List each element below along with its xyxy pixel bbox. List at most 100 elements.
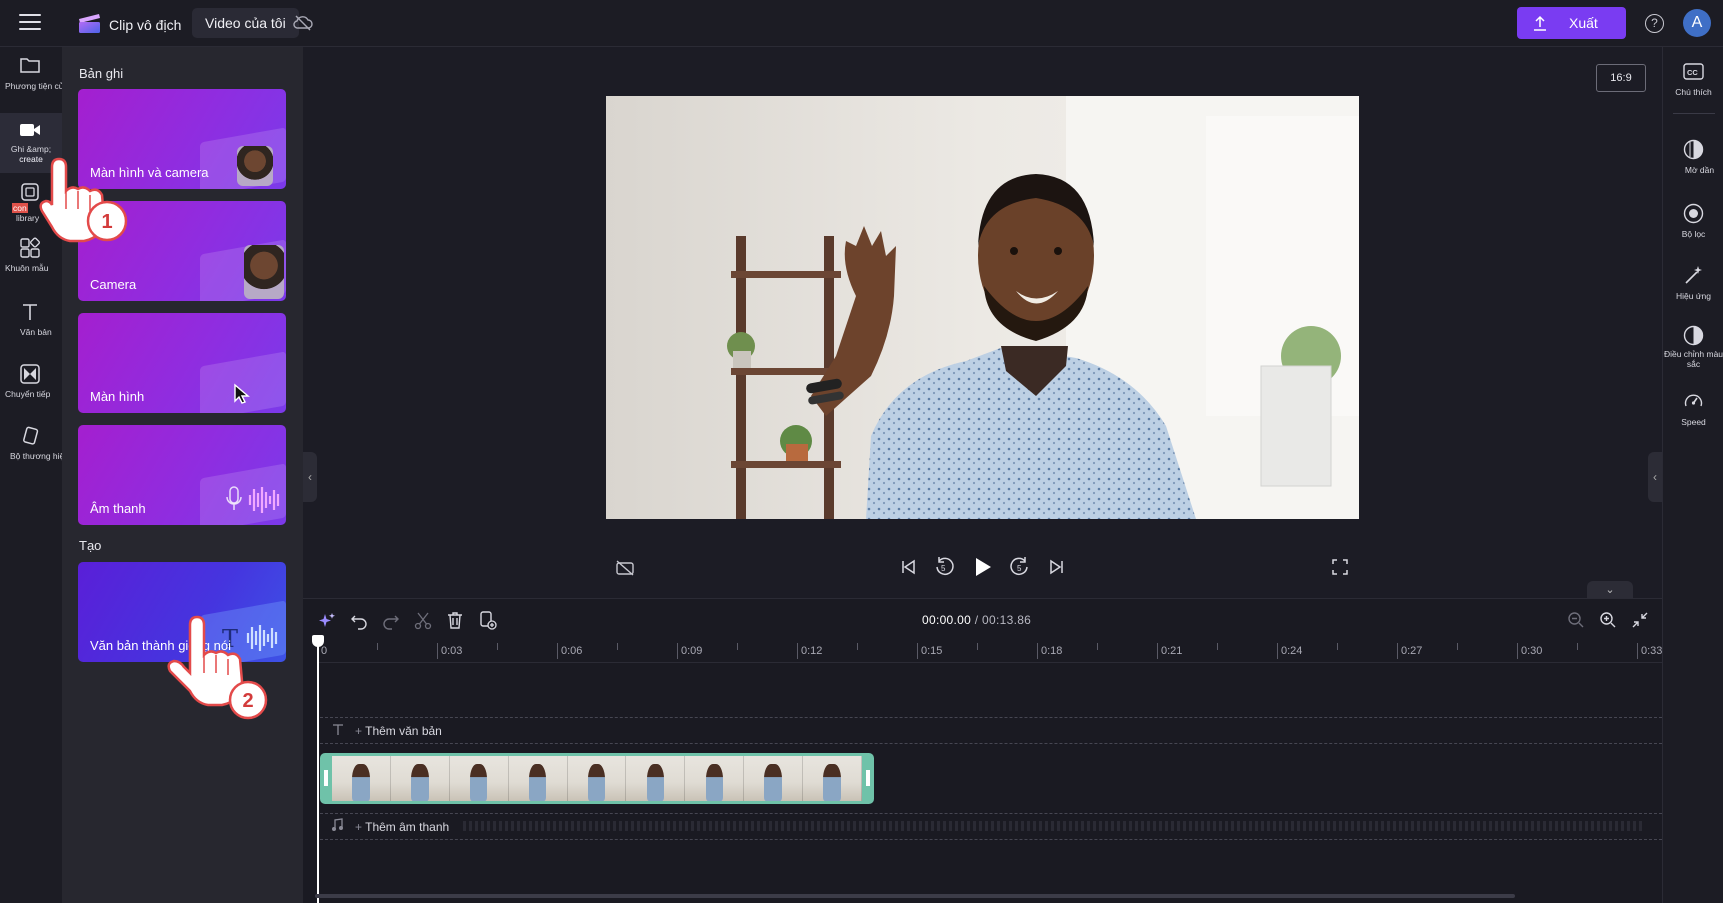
record-create-panel: Bản ghi Màn hình và camera Camera Màn hì… xyxy=(62,47,303,903)
plus-icon: + xyxy=(355,820,366,834)
ruler-minor-tick xyxy=(1097,643,1098,650)
collapse-timeline-button[interactable]: ⌄ xyxy=(1587,581,1633,599)
sidebar-item-your-media[interactable]: Phương tiện của bạn xyxy=(0,47,85,107)
effects-icon xyxy=(1685,266,1702,284)
add-audio-label: Thêm âm thanh xyxy=(365,820,450,834)
ruler-tick: 0:33 xyxy=(1637,643,1662,659)
timeline-ruler[interactable]: 0 0:03 0:06 0:09 0:12 0:15 0:18 0:21 0:2… xyxy=(317,639,1662,663)
clip-frame xyxy=(390,756,450,801)
fit-timeline-icon[interactable] xyxy=(1631,611,1649,629)
clip-frame xyxy=(449,756,509,801)
video-preview[interactable] xyxy=(606,96,1359,519)
add-media-icon[interactable] xyxy=(478,611,497,630)
clip-trim-handle-left[interactable] xyxy=(324,770,328,786)
clip-thumbnails xyxy=(332,756,863,801)
collapse-panel-button[interactable]: ‹ xyxy=(303,452,317,502)
add-audio-track[interactable]: + Thêm âm thanh xyxy=(355,820,449,834)
sidebar-item-color-adjust[interactable]: Điều chỉnh màu sắc xyxy=(1663,321,1723,381)
skip-forward-icon[interactable] xyxy=(1048,558,1066,576)
avatar[interactable]: A xyxy=(1683,9,1711,37)
menu-icon[interactable] xyxy=(19,14,41,32)
zoom-in-icon[interactable] xyxy=(1599,611,1617,629)
cut-icon[interactable] xyxy=(414,612,432,630)
sidebar-item-label: Mờ dần xyxy=(1684,165,1715,175)
app-logo-icon xyxy=(79,14,100,33)
card-label: Màn hình xyxy=(90,389,145,404)
delete-icon[interactable] xyxy=(446,611,464,630)
forward-5-icon[interactable]: 5 xyxy=(1009,556,1031,578)
card-screen[interactable]: Màn hình xyxy=(78,313,286,413)
zoom-out-icon[interactable] xyxy=(1567,611,1585,629)
clip-frame xyxy=(332,756,391,801)
clip-frame xyxy=(744,756,804,801)
export-button[interactable]: Xuất xyxy=(1517,7,1626,39)
section-heading-record: Bản ghi xyxy=(79,66,124,81)
track-divider xyxy=(320,743,1662,744)
clip-frame xyxy=(508,756,568,801)
sidebar-item-label-line2: create xyxy=(19,154,43,164)
sidebar-item-effects[interactable]: Hiệu ứng xyxy=(1663,261,1723,321)
content-library-icon xyxy=(21,183,39,201)
clip-frame xyxy=(803,756,863,801)
filters-icon xyxy=(1683,203,1704,224)
color-adjust-icon xyxy=(1683,325,1704,346)
top-bar: Clip vô địch Video của tôi Xuất ? A xyxy=(0,0,1723,47)
ruler-minor-tick xyxy=(1217,643,1218,650)
text-track-icon xyxy=(333,724,343,735)
captions-icon: CC xyxy=(1683,63,1704,80)
cloud-off-icon[interactable] xyxy=(293,14,313,32)
playhead[interactable] xyxy=(312,635,324,903)
ruler-tick: 0:06 xyxy=(557,643,582,659)
sidebar-divider xyxy=(1673,113,1715,114)
sidebar-item-captions[interactable]: CC Chú thích xyxy=(1663,59,1723,119)
card-screen-and-camera[interactable]: Màn hình và camera xyxy=(78,89,286,189)
clip-trim-handle-right[interactable] xyxy=(866,770,870,786)
track-divider xyxy=(320,813,1662,814)
play-icon[interactable] xyxy=(973,556,993,578)
rewind-5-icon[interactable]: 5 xyxy=(933,556,955,578)
sidebar-item-templates[interactable]: Khuôn mẫu xyxy=(0,229,62,289)
add-text-track[interactable]: + Thêm văn bản xyxy=(355,724,442,738)
project-title[interactable]: Clip vô địch xyxy=(109,17,181,33)
sidebar-item-transitions[interactable]: Chuyển tiếp xyxy=(0,355,62,415)
redo-icon[interactable] xyxy=(382,612,400,630)
sidebar-item-filters[interactable]: Bộ lọc xyxy=(1663,199,1723,259)
ruler-minor-tick xyxy=(497,643,498,650)
upload-icon xyxy=(1534,15,1546,31)
sidebar-item-speed[interactable]: Speed xyxy=(1663,387,1723,447)
camera-off-icon[interactable] xyxy=(615,560,635,576)
ruler-tick: 0:24 xyxy=(1277,643,1302,659)
video-camera-icon xyxy=(20,124,40,136)
tab-my-videos[interactable]: Video của tôi xyxy=(192,8,299,38)
track-divider xyxy=(320,717,1662,718)
sidebar-item-content-library[interactable]: con library xyxy=(0,173,62,233)
collapse-properties-button[interactable]: ‹ xyxy=(1648,452,1662,502)
ruler-tick: 0:30 xyxy=(1517,643,1542,659)
svg-text:CC: CC xyxy=(1687,68,1698,77)
ruler-minor-tick xyxy=(737,643,738,650)
card-text-to-speech[interactable]: T Văn bản thành giọng nói xyxy=(78,562,286,662)
sidebar-item-record-create[interactable]: Ghi &amp; create create xyxy=(0,113,62,173)
ruler-tick: 0:21 xyxy=(1157,643,1182,659)
video-clip[interactable] xyxy=(320,753,874,804)
skip-back-icon[interactable] xyxy=(899,558,917,576)
text-icon xyxy=(23,304,37,320)
fullscreen-icon[interactable] xyxy=(1332,559,1348,575)
time-readout: 00:00.00 / 00:13.86 xyxy=(922,613,1031,627)
sidebar-item-text[interactable]: Văn bản xyxy=(0,293,62,353)
aspect-ratio-button[interactable]: 16:9 xyxy=(1596,64,1646,92)
ruler-minor-tick xyxy=(1577,643,1578,650)
ruler-minor-tick xyxy=(377,643,378,650)
help-icon[interactable]: ? xyxy=(1645,14,1664,33)
sidebar-item-fade[interactable]: Mờ dần xyxy=(1663,135,1723,195)
undo-icon[interactable] xyxy=(350,612,368,630)
brand-kit-icon xyxy=(23,426,39,445)
ai-sparkle-icon[interactable] xyxy=(318,612,336,630)
section-heading-create: Tạo xyxy=(79,538,102,553)
card-camera[interactable]: Camera xyxy=(78,201,286,301)
sidebar-item-brand-kit[interactable]: Bộ thương hiệu xyxy=(0,417,69,477)
card-audio[interactable]: Âm thanh xyxy=(78,425,286,525)
track-divider xyxy=(320,839,1662,840)
timeline-scrollbar[interactable] xyxy=(315,894,1515,898)
ruler-tick: 0:03 xyxy=(437,643,462,659)
